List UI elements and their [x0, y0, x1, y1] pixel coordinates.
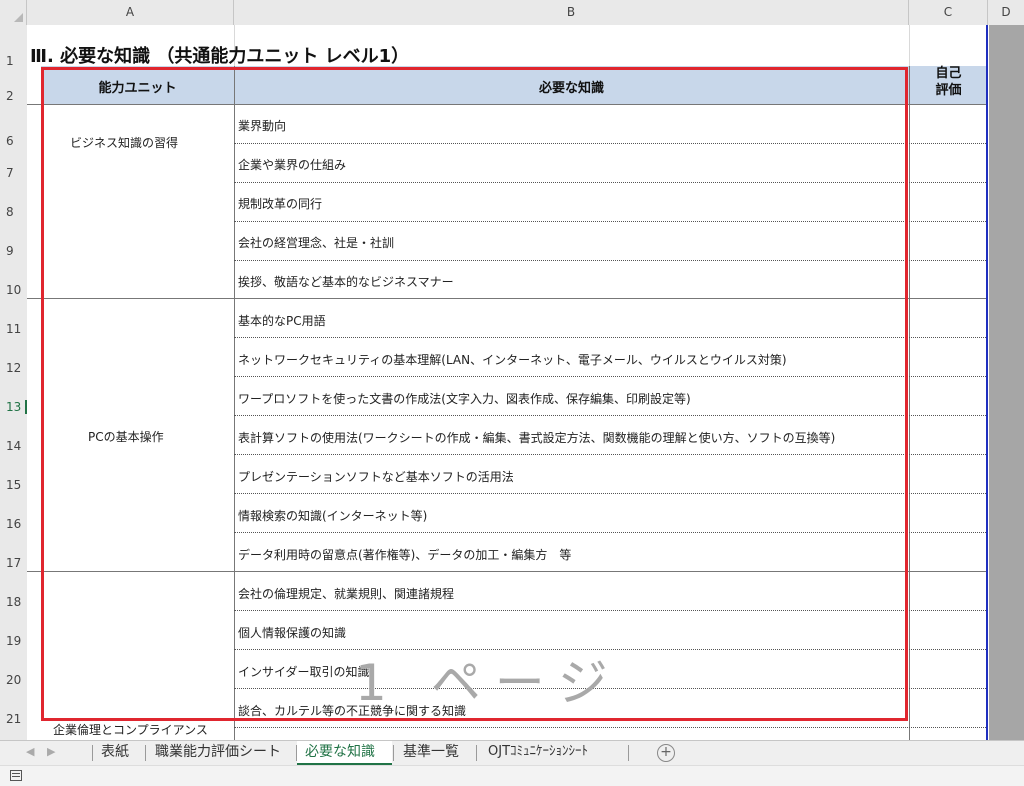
- row-header-bar: 1 2 6 7 8 9 10 11 12 13 14 15 16 17 18 1…: [0, 25, 28, 740]
- column-header-b[interactable]: B: [234, 0, 909, 25]
- row-header[interactable]: 14: [0, 439, 27, 453]
- highlight-box: [41, 67, 908, 721]
- tab-scroll-right-icon[interactable]: ▶: [47, 745, 55, 758]
- tab-separator: [476, 745, 477, 761]
- macro-record-icon[interactable]: [10, 770, 22, 781]
- tab-criteria-list[interactable]: 基準一覧: [403, 741, 459, 765]
- column-header-bar: A B C D: [0, 0, 1024, 26]
- column-header-c[interactable]: C: [909, 0, 988, 25]
- tab-separator: [628, 745, 629, 761]
- header-self-eval: 自己 評価: [909, 65, 988, 99]
- row-header[interactable]: 12: [0, 361, 27, 375]
- column-header-a[interactable]: A: [27, 0, 234, 25]
- tab-separator: [145, 745, 146, 761]
- header-self-eval-line2: 評価: [935, 83, 962, 98]
- row-separator: [234, 727, 986, 728]
- tab-scroll-left-icon[interactable]: ◀: [26, 745, 34, 758]
- row-header[interactable]: 2: [0, 89, 27, 103]
- row-header[interactable]: 21: [0, 712, 27, 726]
- header-self-eval-line1: 自己: [935, 66, 962, 81]
- row-header[interactable]: 10: [0, 283, 27, 297]
- tab-required-knowledge[interactable]: 必要な知識: [297, 741, 392, 765]
- tab-separator: [393, 745, 394, 761]
- add-sheet-icon[interactable]: +: [657, 744, 675, 762]
- row-header[interactable]: 7: [0, 166, 27, 180]
- row-header[interactable]: 6: [0, 134, 27, 148]
- row-header[interactable]: 11: [0, 322, 27, 336]
- unit-name-compliance[interactable]: 企業倫理とコンプライアンス: [53, 721, 208, 738]
- status-bar: [0, 765, 1024, 786]
- row-header[interactable]: 1: [0, 54, 27, 68]
- row-header[interactable]: 19: [0, 634, 27, 648]
- select-all-corner[interactable]: [0, 0, 27, 25]
- tab-separator: [92, 745, 93, 761]
- row-header[interactable]: 20: [0, 673, 27, 687]
- sheet-tab-bar: ◀ ▶ 表紙 職業能力評価シート 必要な知識 基準一覧 OJTｺﾐｭﾆｹｰｼｮﾝ…: [0, 740, 1024, 766]
- tab-skill-eval-sheet[interactable]: 職業能力評価シート: [155, 741, 281, 765]
- self-eval-column[interactable]: [910, 105, 986, 740]
- tab-ojt-communication[interactable]: OJTｺﾐｭﾆｹｰｼｮﾝｼｰﾄ: [488, 741, 588, 765]
- row-header[interactable]: 17: [0, 556, 27, 570]
- row-header[interactable]: 16: [0, 517, 27, 531]
- row-header[interactable]: 15: [0, 478, 27, 492]
- row-header[interactable]: 18: [0, 595, 27, 609]
- row-header[interactable]: 8: [0, 205, 27, 219]
- column-header-d[interactable]: D: [988, 0, 1024, 25]
- row-header[interactable]: 9: [0, 244, 27, 258]
- tab-cover[interactable]: 表紙: [101, 741, 129, 765]
- row-header-active[interactable]: 13: [0, 400, 27, 414]
- out-of-print-area: [989, 25, 1024, 740]
- page-break-line: [986, 25, 988, 740]
- sheet-title: Ⅲ. 必要な知識 （共通能力ユニット レベル1）: [30, 46, 410, 67]
